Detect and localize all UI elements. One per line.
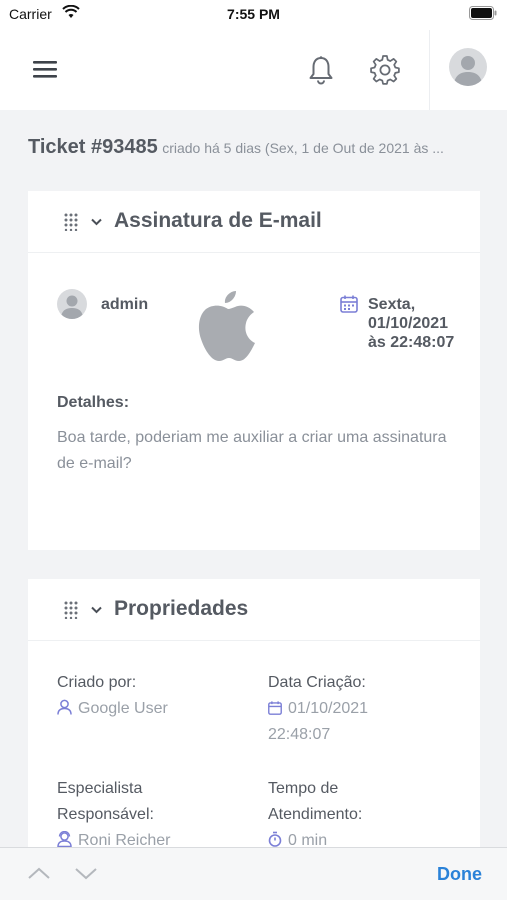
drag-handle-icon[interactable] xyxy=(64,213,78,231)
message-card: Assinatura de E-mail admin Sexta, 01/10/… xyxy=(28,191,480,550)
calendar-icon xyxy=(340,295,358,313)
stopwatch-icon xyxy=(268,831,282,847)
ticket-number: Ticket #93485 xyxy=(28,136,158,158)
message-date-time: às 22:48:07 xyxy=(368,334,455,351)
chevron-down-icon[interactable] xyxy=(91,218,102,226)
done-button[interactable]: Done xyxy=(437,864,482,885)
avatar[interactable] xyxy=(449,48,487,86)
author-avatar xyxy=(57,289,87,319)
battery-icon xyxy=(469,6,497,20)
properties-card: Propriedades Criado por: Google User Dat… xyxy=(28,579,480,859)
properties-card-title: Propriedades xyxy=(114,597,249,620)
message-card-header[interactable]: Assinatura de E-mail xyxy=(28,191,480,253)
app-header xyxy=(0,30,507,110)
apple-logo-icon xyxy=(198,291,255,361)
created-by-label: Criado por: xyxy=(57,674,137,691)
ticket-created-info: criado há 5 dias (Sex, 1 de Out de 2021 … xyxy=(162,140,444,156)
chevron-down-icon[interactable] xyxy=(75,866,97,880)
creation-date-value: 01/10/2021 xyxy=(268,696,368,722)
user-silhouette-icon xyxy=(61,295,83,319)
chevron-down-icon[interactable] xyxy=(91,606,102,614)
details-label: Detalhes: xyxy=(57,394,130,411)
clock: 7:55 PM xyxy=(227,6,280,22)
status-bar: Carrier 7:55 PM xyxy=(0,0,507,30)
keyboard-accessory-bar: Done xyxy=(0,847,507,900)
specialist-label: Especialista Responsável: xyxy=(57,776,154,828)
created-by-value: Google User xyxy=(57,696,168,722)
drag-handle-icon[interactable] xyxy=(64,601,78,619)
user-silhouette-icon xyxy=(454,56,482,86)
creation-date-label: Data Criação: xyxy=(268,674,366,691)
service-time-label-line1: Tempo de xyxy=(268,780,339,797)
gear-icon[interactable] xyxy=(370,55,400,85)
details-text: Boa tarde, poderiam me auxiliar a criar … xyxy=(57,429,447,472)
page-title: Ticket #93485 criado há 5 dias (Sex, 1 d… xyxy=(28,136,480,159)
properties-card-header[interactable]: Propriedades xyxy=(28,579,480,641)
user-icon xyxy=(57,699,72,715)
bell-icon[interactable] xyxy=(307,55,335,85)
service-time-label-line2: Atendimento: xyxy=(268,806,363,823)
author-name: admin xyxy=(101,296,149,313)
message-date: Sexta, 01/10/2021 às 22:48:07 xyxy=(368,295,478,352)
created-by-name: Google User xyxy=(78,700,168,717)
menu-icon[interactable] xyxy=(33,59,57,79)
service-time-label: Tempo de Atendimento: xyxy=(268,776,362,828)
message-date-day: Sexta, xyxy=(368,296,416,313)
creation-date-text: 01/10/2021 xyxy=(288,700,369,717)
message-date-date: 01/10/2021 xyxy=(368,315,449,332)
specialist-label-line2: Responsável: xyxy=(57,806,154,823)
header-avatar-area xyxy=(429,30,507,110)
message-card-title: Assinatura de E-mail xyxy=(114,209,322,232)
headset-user-icon xyxy=(57,831,72,847)
calendar-icon xyxy=(268,701,282,715)
specialist-label-line1: Especialista xyxy=(57,780,143,797)
creation-time-value: 22:48:07 xyxy=(268,726,331,743)
chevron-up-icon[interactable] xyxy=(28,866,50,880)
